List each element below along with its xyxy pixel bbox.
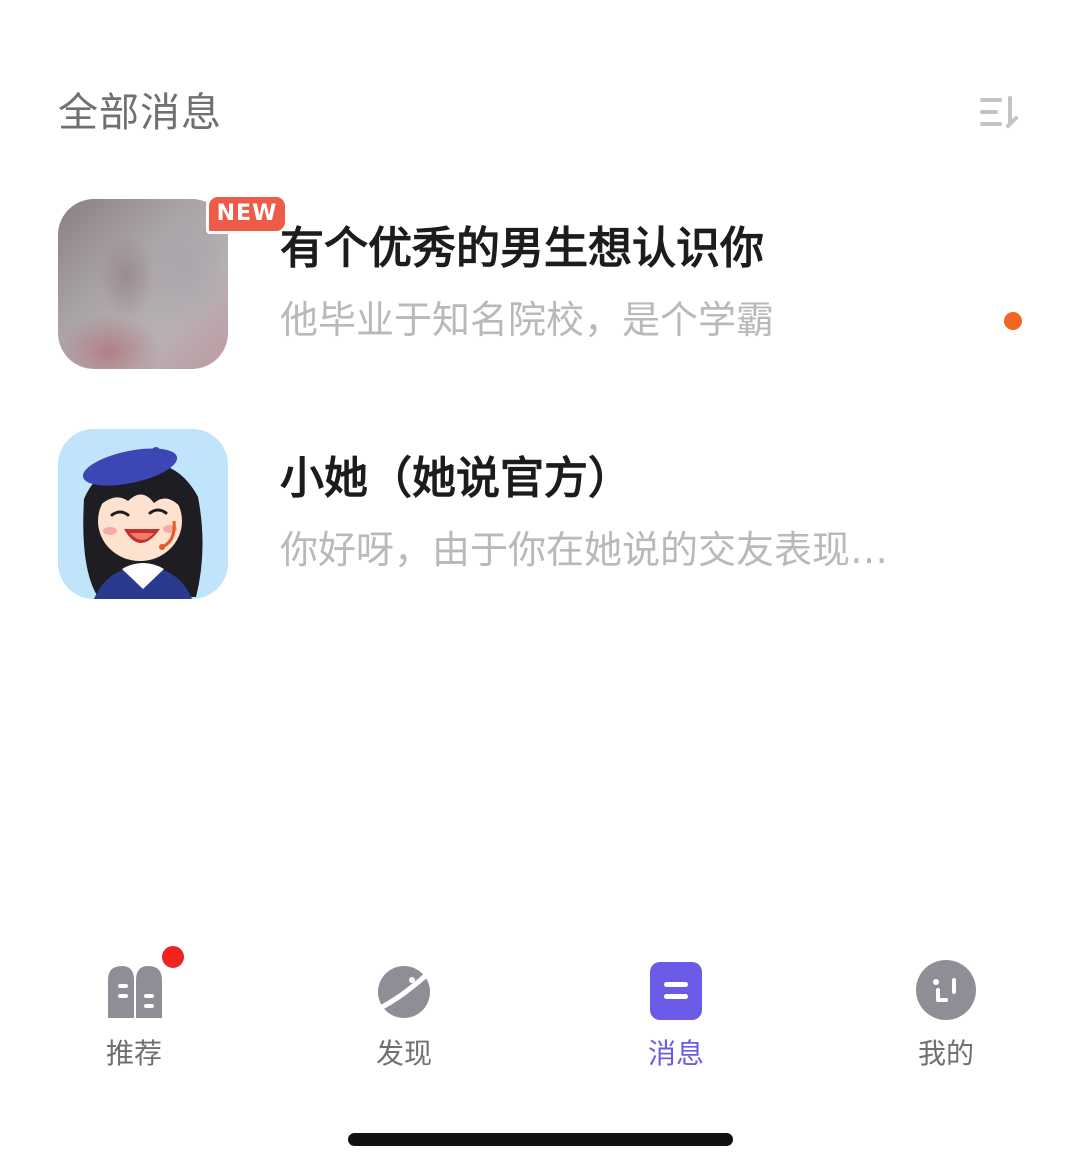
sort-button[interactable] — [978, 94, 1020, 130]
tab-recommend[interactable]: 推荐 — [64, 944, 204, 1080]
tab-discover[interactable]: 发现 — [334, 950, 474, 1080]
home-indicator — [348, 1133, 733, 1146]
message-title: 小她（她说官方） — [280, 453, 632, 504]
avatar-blurred-photo — [58, 199, 228, 369]
header: 全部消息 — [58, 84, 1020, 144]
message-list: NEW 有个优秀的男生想认识你 他毕业于知名院校，是个学霸 小她（她说官方） 你… — [58, 194, 1028, 656]
message-icon — [650, 962, 702, 1020]
profile-face-icon — [916, 960, 976, 1020]
message-title: 有个优秀的男生想认识你 — [280, 223, 764, 274]
tab-messages[interactable]: 消息 — [606, 950, 746, 1080]
message-preview: 他毕业于知名院校，是个学霸 — [280, 298, 775, 342]
sort-list-icon — [980, 96, 1018, 128]
unread-dot — [1004, 312, 1022, 330]
tab-label: 推荐 — [105, 1037, 162, 1070]
message-item-recommendation[interactable]: NEW 有个优秀的男生想认识你 他毕业于知名院校，是个学霸 — [58, 194, 1028, 369]
planet-icon — [373, 965, 436, 1018]
new-badge: NEW — [206, 194, 288, 234]
tab-label: 我的 — [917, 1037, 974, 1070]
notification-dot — [160, 944, 186, 970]
message-item-official[interactable]: 小她（她说官方） 你好呀，由于你在她说的交友表现… — [58, 426, 1028, 599]
tab-label: 发现 — [375, 1037, 432, 1070]
avatar-cartoon-girl — [58, 429, 228, 599]
recommend-icon — [108, 966, 162, 1018]
cartoon-girl-icon — [58, 429, 228, 599]
tab-label: 消息 — [647, 1037, 704, 1070]
message-preview: 你好呀，由于你在她说的交友表现… — [280, 528, 889, 572]
page-title: 全部消息 — [58, 90, 222, 136]
bottom-tab-bar: 推荐 发现 消息 我的 — [0, 944, 1080, 1080]
tab-profile[interactable]: 我的 — [876, 950, 1016, 1080]
